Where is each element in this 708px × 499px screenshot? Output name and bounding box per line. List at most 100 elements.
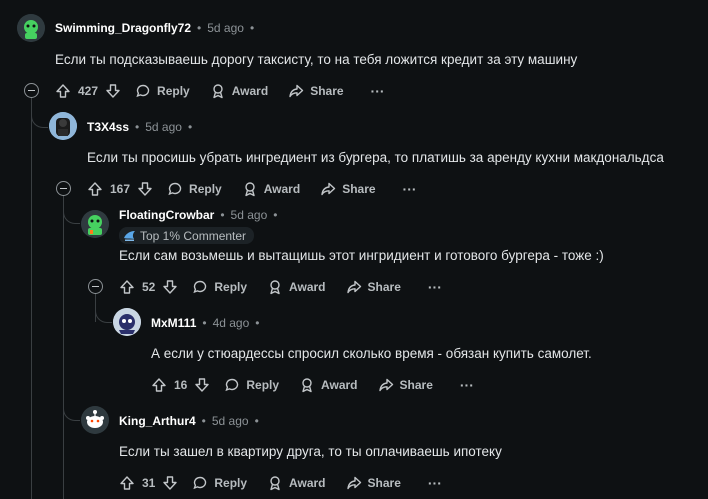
reply-icon [192, 279, 208, 295]
separator: • [273, 208, 278, 222]
upvote-icon [119, 279, 135, 295]
avatar[interactable] [113, 308, 141, 336]
comment-time[interactable]: 4d ago [213, 316, 250, 330]
avatar[interactable] [81, 406, 109, 434]
award-label: Award [231, 84, 269, 98]
separator: • [201, 414, 206, 428]
reply-button[interactable]: Reply [135, 83, 190, 99]
separator: • [187, 120, 193, 134]
vote-score: 16 [174, 378, 188, 392]
share-label: Share [310, 84, 344, 98]
collapse-thread-button[interactable] [24, 83, 39, 98]
more-options-button[interactable]: ··· [428, 279, 442, 295]
share-icon [288, 83, 304, 99]
award-label: Award [289, 476, 326, 490]
reply-icon [167, 181, 183, 197]
reply-button[interactable]: Reply [224, 377, 279, 393]
award-button[interactable]: Award [267, 279, 326, 295]
comment-text: А если у стюардессы спросил сколько врем… [151, 346, 592, 361]
upvote-button[interactable] [87, 181, 103, 197]
top-commenter-badge[interactable]: Top 1% Commenter [119, 227, 255, 244]
reply-button[interactable]: Reply [192, 475, 247, 491]
share-button[interactable]: Share [288, 83, 344, 99]
comment-text: Если ты подсказываешь дорогу таксисту, т… [55, 52, 578, 67]
share-label: Share [367, 476, 401, 490]
collapse-thread-button[interactable] [88, 279, 103, 294]
award-label: Award [263, 182, 301, 196]
avatar[interactable] [49, 112, 77, 140]
reply-icon [135, 83, 151, 99]
separator: • [220, 208, 225, 222]
more-options-button[interactable]: ··· [371, 83, 385, 99]
reply-label: Reply [157, 84, 190, 98]
comment-author[interactable]: FloatingCrowbar [119, 208, 214, 222]
more-options-button[interactable]: ··· [460, 377, 474, 393]
comment-text: Если ты просишь убрать ингредиент из бур… [87, 150, 664, 165]
more-options-button[interactable]: ··· [428, 475, 442, 491]
award-button[interactable]: Award [242, 181, 300, 197]
comment-time[interactable]: 5d ago [145, 120, 182, 134]
share-button[interactable]: Share [346, 475, 401, 491]
reply-label: Reply [214, 476, 248, 490]
downvote-button[interactable] [162, 279, 178, 295]
avatar[interactable] [17, 14, 45, 42]
award-button[interactable]: Award [210, 83, 268, 99]
award-icon [242, 181, 258, 197]
top-commenter-icon [123, 229, 136, 242]
downvote-button[interactable] [162, 475, 178, 491]
share-button[interactable]: Share [346, 279, 401, 295]
reply-button[interactable]: Reply [192, 279, 247, 295]
comment-time[interactable]: 5d ago [212, 414, 249, 428]
downvote-icon [105, 83, 121, 99]
award-label: Award [289, 280, 326, 294]
reply-label: Reply [246, 378, 280, 392]
separator: • [202, 316, 207, 330]
badge-label: Top 1% Commenter [140, 228, 247, 243]
upvote-button[interactable] [55, 83, 71, 99]
downvote-icon [162, 279, 178, 295]
share-icon [346, 279, 362, 295]
comment-time[interactable]: 5d ago [207, 21, 244, 35]
collapse-thread-button[interactable] [56, 181, 71, 196]
award-icon [299, 377, 315, 393]
separator: • [197, 21, 202, 35]
more-options-button[interactable]: ··· [403, 181, 417, 197]
reply-button[interactable]: Reply [167, 181, 222, 197]
award-button[interactable]: Award [267, 475, 326, 491]
downvote-button[interactable] [194, 377, 210, 393]
reply-label: Reply [214, 280, 248, 294]
reply-label: Reply [189, 182, 222, 196]
separator: • [249, 21, 255, 35]
avatar[interactable] [81, 210, 109, 238]
comment-text: Если сам возьмешь и вытащишь этот ингрид… [119, 248, 604, 263]
upvote-button[interactable] [119, 475, 135, 491]
share-icon [346, 475, 362, 491]
separator: • [255, 316, 260, 330]
comment-author[interactable]: MxM111 [151, 316, 196, 330]
downvote-icon [162, 475, 178, 491]
separator: • [135, 120, 140, 134]
upvote-button[interactable] [151, 377, 167, 393]
share-icon [320, 181, 336, 197]
downvote-button[interactable] [105, 83, 121, 99]
upvote-button[interactable] [119, 279, 135, 295]
award-label: Award [321, 378, 358, 392]
downvote-icon [137, 181, 153, 197]
comment-author[interactable]: King_Arthur4 [119, 414, 196, 428]
comment-author[interactable]: T3X4ss [87, 120, 129, 134]
downvote-button[interactable] [137, 181, 153, 197]
upvote-icon [119, 475, 135, 491]
comment-time[interactable]: 5d ago [231, 208, 268, 222]
comment-author[interactable]: Swimming_Dragonfly72 [55, 21, 191, 35]
share-button[interactable]: Share [320, 181, 376, 197]
share-button[interactable]: Share [378, 377, 433, 393]
award-button[interactable]: Award [299, 377, 358, 393]
downvote-icon [194, 377, 210, 393]
reply-icon [192, 475, 208, 491]
reply-icon [224, 377, 240, 393]
vote-score: 427 [78, 84, 99, 98]
share-label: Share [342, 182, 376, 196]
upvote-icon [55, 83, 71, 99]
upvote-icon [151, 377, 167, 393]
vote-score: 52 [142, 280, 156, 294]
